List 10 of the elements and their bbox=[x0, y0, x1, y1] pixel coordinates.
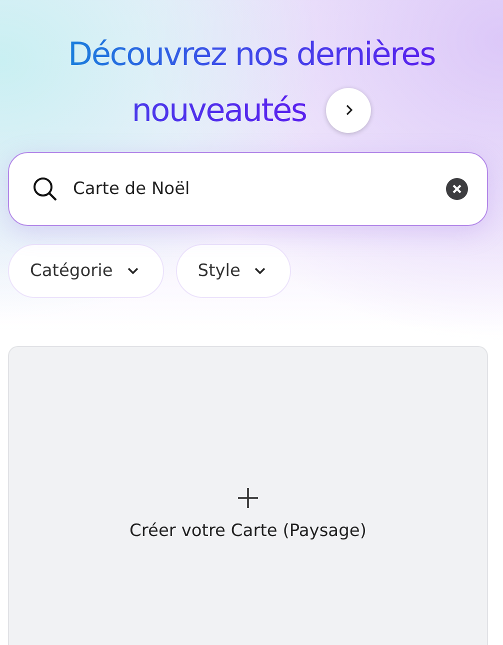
filter-dropdown[interactable]: Catégorie bbox=[8, 244, 164, 298]
filter-dropdown[interactable]: Style bbox=[176, 244, 292, 298]
chevron-down-icon bbox=[254, 267, 266, 275]
clear-icon[interactable] bbox=[446, 178, 468, 200]
chevron-down-icon bbox=[126, 267, 139, 275]
search-icon bbox=[32, 176, 58, 202]
search-field[interactable]: Carte de Noël bbox=[8, 152, 488, 226]
create-design-card[interactable]: Créer votre Carte (Paysage) bbox=[8, 346, 488, 645]
plus-icon bbox=[237, 487, 259, 509]
chevron-right-icon bbox=[344, 104, 353, 116]
